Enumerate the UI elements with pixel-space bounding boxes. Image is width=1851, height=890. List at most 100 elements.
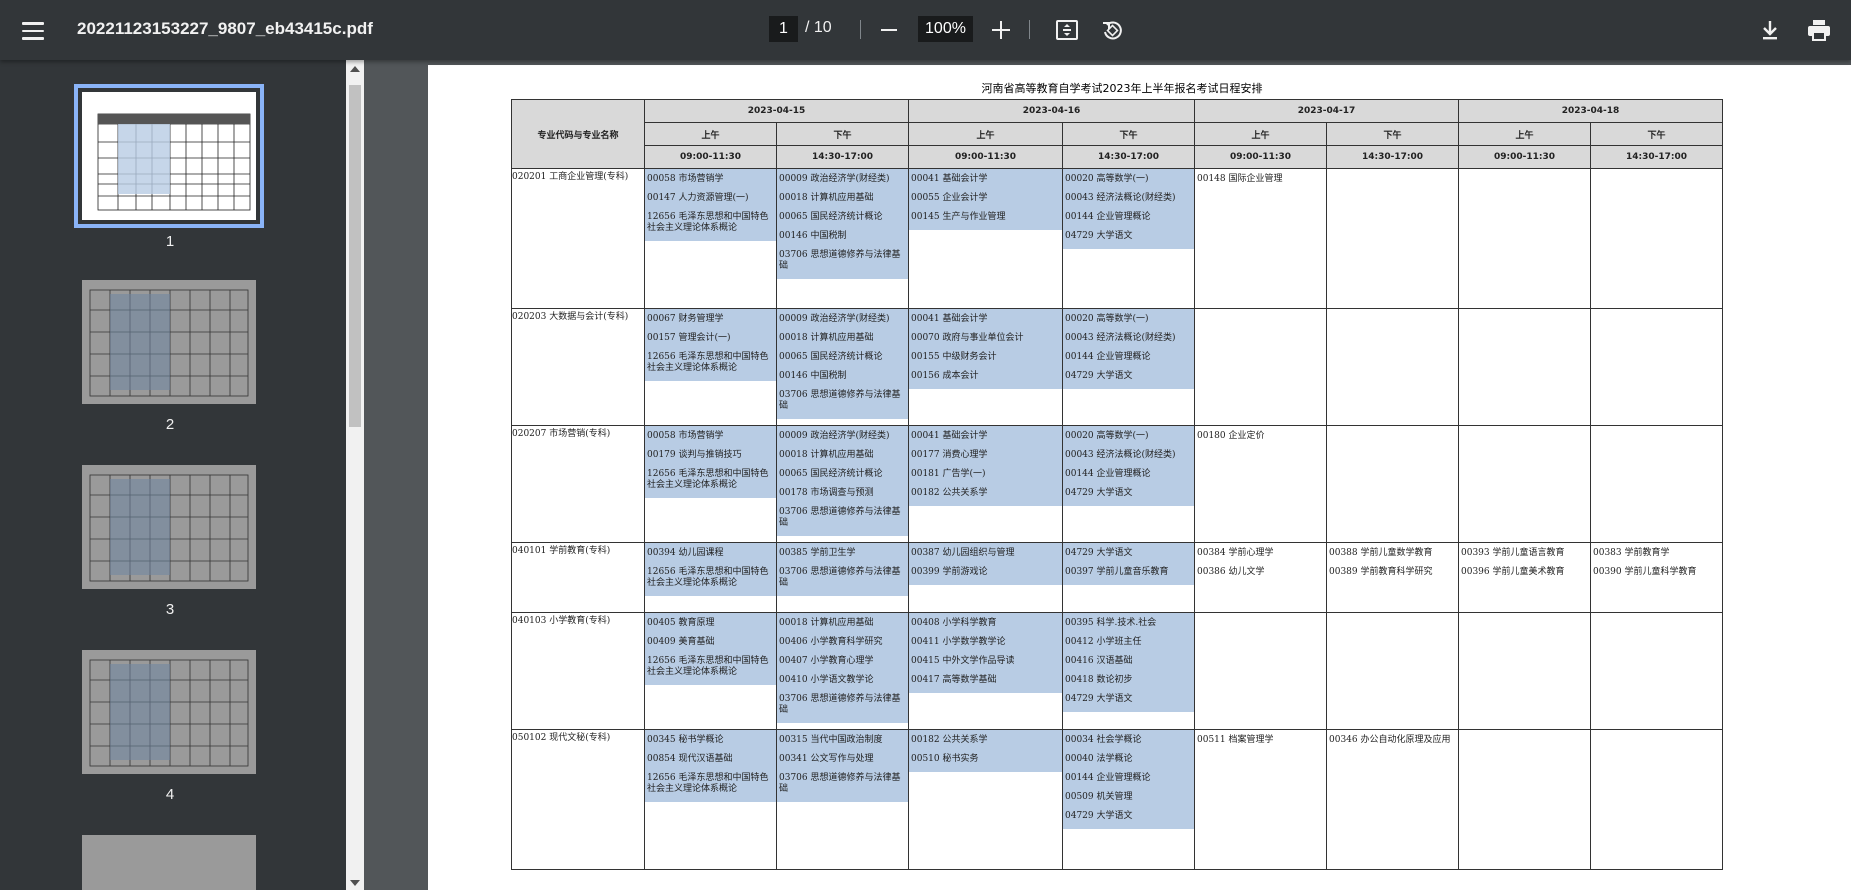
schedule-cell: 00148 国际企业管理 [1194, 168, 1327, 309]
schedule-cell [1590, 168, 1723, 309]
schedule-cell [1326, 308, 1459, 426]
schedule-cell [1458, 612, 1591, 730]
course-entry: 00147 人力资源管理(一) [647, 193, 749, 203]
course-entry: 03706 思想道德修养与法律基础 [779, 567, 901, 588]
time-header: 14:30-17:00 [1326, 145, 1459, 169]
course-entry: 04729 大学语文 [1065, 548, 1133, 558]
thumbnail-sidebar: 1 2 3 4 [0, 60, 346, 890]
schedule-cell: 00394 幼儿园课程 12656 毛泽东思想和中国特色社会主义理论体系概论 [644, 542, 777, 613]
table-row: 040101 学前教育(专科) 00394 幼儿园课程 12656 毛泽东思想和中国… [511, 542, 1723, 613]
page-thumbnail-3[interactable] [82, 465, 256, 589]
course-entry: 00065 国民经济统计概论 [779, 469, 883, 479]
course-entry: 00394 幼儿园课程 [647, 548, 724, 558]
scroll-up-icon[interactable] [350, 66, 360, 72]
print-icon[interactable] [1806, 18, 1832, 42]
date-header: 2023-04-17 [1194, 99, 1459, 123]
fit-page-icon[interactable] [1055, 18, 1079, 42]
course-entry: 00406 小学教育科学研究 [779, 637, 883, 647]
course-entry: 12656 毛泽东思想和中国特色社会主义理论体系概论 [647, 656, 769, 677]
page-thumbnail-2[interactable] [82, 280, 256, 404]
time-header: 09:00-11:30 [1194, 145, 1327, 169]
course-entry: 00511 档案管理学 [1197, 735, 1274, 745]
thumbnail-label: 3 [165, 601, 175, 618]
course-entry: 00395 科学.技术.社会 [1065, 618, 1157, 628]
schedule-cell: 00405 教育原理 00409 美育基础 12656 毛泽东思想和中国特色社会主义… [644, 612, 777, 730]
course-entry: 00407 小学教育心理学 [779, 656, 874, 666]
course-entry: 00396 学前儿童美术教育 [1461, 567, 1565, 577]
zoom-level-input[interactable]: 100% [918, 16, 973, 42]
schedule-cell [1590, 308, 1723, 426]
thumbnail-preview-icon [89, 474, 249, 582]
schedule-cell: 04729 大学语文 00397 学前儿童音乐教育 [1062, 542, 1195, 613]
major-column-header: 专业代码与专业名称 [511, 99, 645, 169]
session-header: 上午 [1458, 122, 1591, 146]
schedule-cell: 00315 当代中国政治制度 00341 公文写作与处理 03706 思想道德修养与… [776, 729, 909, 870]
course-entry: 03706 思想道德修养与法律基础 [779, 390, 901, 411]
course-entry: 00144 企业管理概论 [1065, 352, 1151, 362]
course-entry: 00156 成本会计 [911, 371, 979, 381]
page-thumbnail-1[interactable] [74, 84, 264, 228]
rotate-icon[interactable] [1100, 18, 1124, 42]
course-entry: 00393 学前儿童语言教育 [1461, 548, 1565, 558]
thumbnail-label: 4 [165, 786, 175, 803]
schedule-cell: 00041 基础会计学 00055 企业会计学 00145 生产与作业管理 [908, 168, 1063, 309]
course-entry: 00854 现代汉语基础 [647, 754, 733, 764]
page-number-input[interactable]: 1 [769, 16, 798, 42]
course-entry: 00146 中国税制 [779, 231, 847, 241]
course-entry: 00065 国民经济统计概论 [779, 352, 883, 362]
pdf-toolbar: 20221123153227_9807_eb43415c.pdf 1 / 10 … [0, 0, 1851, 60]
session-header: 上午 [1194, 122, 1327, 146]
schedule-cell: 00009 政治经济学(财经类) 00018 计算机应用基础 00065 国民经济统… [776, 308, 909, 426]
course-entry: 00148 国际企业管理 [1197, 174, 1283, 184]
course-entry: 00058 市场营销学 [647, 431, 724, 441]
course-entry: 00155 中级财务会计 [911, 352, 997, 362]
course-entry: 00043 经济法概论(财经类) [1065, 450, 1176, 460]
schedule-cell: 00020 高等数学(一) 00043 经济法概论(财经类) 00144 企业管理概… [1062, 425, 1195, 543]
session-header: 下午 [1590, 122, 1723, 146]
schedule-cell: 00346 办公自动化原理及应用 [1326, 729, 1459, 870]
download-icon[interactable] [1758, 18, 1782, 42]
schedule-cell: 00009 政治经济学(财经类) 00018 计算机应用基础 00065 国民经济统… [776, 425, 909, 543]
thumbnail-preview-icon [89, 289, 249, 397]
schedule-cell: 00384 学前心理学 00386 幼儿文学 [1194, 542, 1327, 613]
schedule-cell [1590, 729, 1723, 870]
major-name: 020201 工商企业管理(专科) [511, 168, 645, 309]
course-entry: 00387 幼儿园组织与管理 [911, 548, 1015, 558]
schedule-cell: 00058 市场营销学 00147 人力资源管理(一) 12656 毛泽东思想和中国… [644, 168, 777, 309]
schedule-cell: 00041 基础会计学 00177 消费心理学 00181 广告学(一) 00182 … [908, 425, 1063, 543]
menu-icon[interactable] [22, 20, 46, 40]
course-entry: 00388 学前儿童数学教育 [1329, 548, 1433, 558]
session-header: 下午 [1062, 122, 1195, 146]
course-entry: 00409 美育基础 [647, 637, 715, 647]
schedule-cell [1194, 308, 1327, 426]
page-thumbnail-4[interactable] [82, 650, 256, 774]
schedule-cell: 00388 学前儿童数学教育 00389 学前教育科学研究 [1326, 542, 1459, 613]
sidebar-scrollbar[interactable] [346, 60, 364, 890]
table-row: 050102 现代文秘(专科) 00345 秘书学概论 00854 现代汉语基础 12… [511, 729, 1723, 870]
course-entry: 00020 高等数学(一) [1065, 431, 1149, 441]
schedule-cell: 00393 学前儿童语言教育 00396 学前儿童美术教育 [1458, 542, 1591, 613]
course-entry: 00510 秘书实务 [911, 754, 979, 764]
thumbnail-preview-icon [82, 92, 256, 220]
schedule-cell [1326, 425, 1459, 543]
course-entry: 00182 公共关系学 [911, 488, 988, 498]
scrollbar-thumb[interactable] [349, 85, 361, 427]
course-entry: 00144 企业管理概论 [1065, 773, 1151, 783]
zoom-in-icon[interactable] [992, 21, 1010, 39]
course-entry: 03706 思想道德修养与法律基础 [779, 507, 901, 528]
schedule-cell: 00408 小学科学教育 00411 小学数学教学论 00415 中外文学作品导读 0… [908, 612, 1063, 730]
course-entry: 00390 学前儿童科学教育 [1593, 567, 1697, 577]
course-entry: 00144 企业管理概论 [1065, 212, 1151, 222]
date-header: 2023-04-15 [644, 99, 909, 123]
course-entry: 00412 小学班主任 [1065, 637, 1142, 647]
course-entry: 00397 学前儿童音乐教育 [1065, 567, 1169, 577]
table-row: 020201 工商企业管理(专科) 00058 市场营销学 00147 人力资源管理… [511, 168, 1723, 309]
major-name: 020203 大数据与会计(专科) [511, 308, 645, 426]
scroll-down-icon[interactable] [350, 880, 360, 886]
course-entry: 00415 中外文学作品导读 [911, 656, 1015, 666]
course-entry: 00020 高等数学(一) [1065, 314, 1149, 324]
course-entry: 00405 教育原理 [647, 618, 715, 628]
page-thumbnail-5[interactable] [82, 835, 256, 890]
schedule-cell: 00345 秘书学概论 00854 现代汉语基础 12656 毛泽东思想和中国特色社… [644, 729, 777, 870]
zoom-out-icon[interactable] [881, 29, 897, 31]
